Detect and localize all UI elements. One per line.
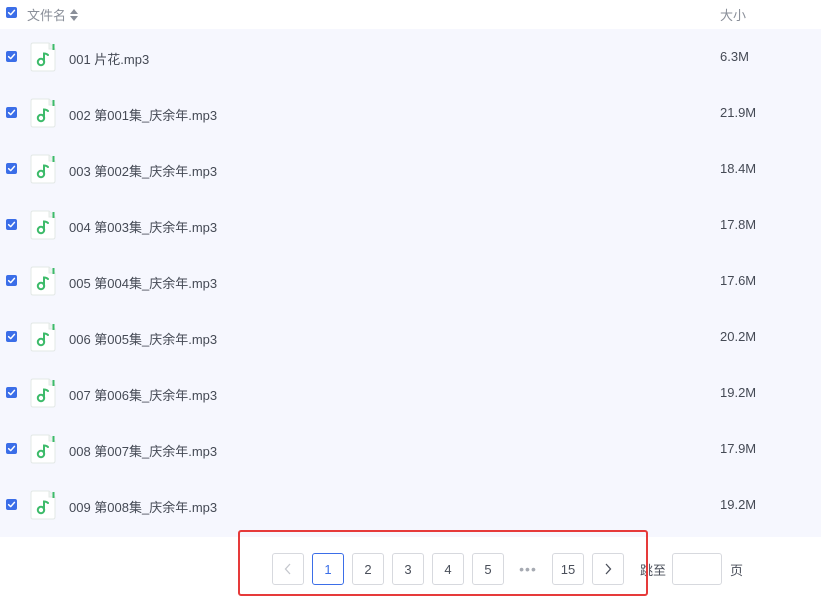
file-name[interactable]: 007 第006集_庆余年.mp3 xyxy=(69,385,217,404)
chevron-left-icon xyxy=(284,563,291,575)
audio-file-icon xyxy=(30,322,56,352)
chevron-right-icon xyxy=(605,563,612,575)
size-column-header[interactable]: 大小 xyxy=(720,5,746,24)
file-checkbox[interactable] xyxy=(6,331,17,342)
file-name[interactable]: 004 第003集_庆余年.mp3 xyxy=(69,217,217,236)
check-icon xyxy=(7,277,16,284)
next-page-button[interactable] xyxy=(592,553,624,585)
audio-file-icon xyxy=(30,490,56,520)
file-row[interactable]: 005 第004集_庆余年.mp3 17.6M xyxy=(0,253,821,309)
jump-to-label: 跳至 xyxy=(640,562,667,578)
file-row[interactable]: 001 片花.mp3 6.3M xyxy=(0,29,821,85)
file-name[interactable]: 006 第005集_庆余年.mp3 xyxy=(69,329,217,348)
check-icon xyxy=(7,389,16,396)
check-icon xyxy=(7,221,16,228)
file-size: 17.8M xyxy=(720,217,757,232)
page-button-2[interactable]: 2 xyxy=(352,553,384,585)
file-checkbox[interactable] xyxy=(6,387,17,398)
file-row[interactable]: 006 第005集_庆余年.mp3 20.2M xyxy=(0,309,821,365)
file-size: 6.3M xyxy=(720,49,749,64)
file-size: 19.2M xyxy=(720,385,757,400)
page-button-3[interactable]: 3 xyxy=(392,553,424,585)
file-size: 20.2M xyxy=(720,329,757,344)
audio-file-icon xyxy=(30,154,56,184)
page-button-last[interactable]: 15 xyxy=(552,553,584,585)
file-size: 21.9M xyxy=(720,105,757,120)
check-icon xyxy=(7,501,16,508)
file-row[interactable]: 008 第007集_庆余年.mp3 17.9M xyxy=(0,421,821,477)
file-checkbox[interactable] xyxy=(6,107,17,118)
pagination-ellipsis[interactable]: ••• xyxy=(512,553,544,585)
check-icon xyxy=(7,333,16,340)
name-column-label: 文件名 xyxy=(27,8,67,23)
audio-file-icon xyxy=(30,378,56,408)
file-size: 18.4M xyxy=(720,161,757,176)
check-icon xyxy=(7,109,16,116)
page-button-1[interactable]: 1 xyxy=(312,553,344,585)
name-column-header[interactable]: 文件名 xyxy=(27,5,79,24)
file-row[interactable]: 003 第002集_庆余年.mp3 18.4M xyxy=(0,141,821,197)
file-name[interactable]: 001 片花.mp3 xyxy=(69,49,149,68)
page-button-5[interactable]: 5 xyxy=(472,553,504,585)
select-all-checkbox[interactable] xyxy=(6,7,17,18)
file-size: 17.9M xyxy=(720,441,757,456)
audio-file-icon xyxy=(30,434,56,464)
file-checkbox[interactable] xyxy=(6,499,17,510)
check-icon xyxy=(7,165,16,172)
file-name[interactable]: 003 第002集_庆余年.mp3 xyxy=(69,161,217,180)
file-row[interactable]: 002 第001集_庆余年.mp3 21.9M xyxy=(0,85,821,141)
file-checkbox[interactable] xyxy=(6,51,17,62)
file-checkbox[interactable] xyxy=(6,443,17,454)
file-row[interactable]: 007 第006集_庆余年.mp3 19.2M xyxy=(0,365,821,421)
page-unit-label: 页 xyxy=(730,562,744,578)
audio-file-icon xyxy=(30,266,56,296)
file-size: 17.6M xyxy=(720,273,757,288)
pagination: 1 2 3 4 5 ••• 15 跳至 页 xyxy=(272,553,743,585)
file-list: 001 片花.mp3 6.3M 002 第001集_庆余年.mp3 21.9M xyxy=(0,29,821,537)
file-checkbox[interactable] xyxy=(6,163,17,174)
file-name[interactable]: 005 第004集_庆余年.mp3 xyxy=(69,273,217,292)
check-icon xyxy=(7,445,16,452)
file-size: 19.2M xyxy=(720,497,757,512)
audio-file-icon xyxy=(30,210,56,240)
file-name[interactable]: 008 第007集_庆余年.mp3 xyxy=(69,441,217,460)
audio-file-icon xyxy=(30,42,56,72)
file-name[interactable]: 002 第001集_庆余年.mp3 xyxy=(69,105,217,124)
prev-page-button[interactable] xyxy=(272,553,304,585)
check-icon xyxy=(7,53,16,60)
page-button-4[interactable]: 4 xyxy=(432,553,464,585)
file-checkbox[interactable] xyxy=(6,275,17,286)
file-checkbox[interactable] xyxy=(6,219,17,230)
file-row[interactable]: 009 第008集_庆余年.mp3 19.2M xyxy=(0,477,821,533)
sort-icon[interactable] xyxy=(70,8,79,21)
file-name[interactable]: 009 第008集_庆余年.mp3 xyxy=(69,497,217,516)
file-list-header: 文件名 大小 xyxy=(0,0,821,28)
file-row[interactable]: 004 第003集_庆余年.mp3 17.8M xyxy=(0,197,821,253)
jump-page-input[interactable] xyxy=(672,553,723,585)
audio-file-icon xyxy=(30,98,56,128)
check-icon xyxy=(7,9,16,16)
